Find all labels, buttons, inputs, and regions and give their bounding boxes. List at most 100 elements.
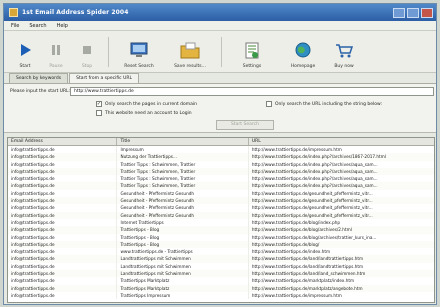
pause-button[interactable]: Pause <box>41 41 71 69</box>
url-cell: http://www.trattiertipps.de/gesundheit_p… <box>251 205 373 211</box>
email-cell: info@trattiertipps.de <box>8 284 118 292</box>
url-cell: http://www.trattiertipps.de/blog/index.p… <box>251 219 341 225</box>
settings-button[interactable]: Settings <box>227 41 277 69</box>
toolbar-separator <box>221 37 222 67</box>
email-cell: info@trattiertipps.de <box>8 248 118 256</box>
email-cell: info@trattiertipps.de <box>8 211 118 219</box>
url-cell: http://www.trattiertipps.de/land/landtra… <box>251 256 364 262</box>
table-row[interactable]: info@trattiertipps.de Gesundheit - Pfeffe… <box>8 189 434 198</box>
table-row[interactable]: info@trattiertipps.de Trattiertipps Impre… <box>8 291 434 300</box>
email-cell: info@trattiertipps.de <box>8 153 118 161</box>
table-row[interactable]: info@trattiertipps.de Landtrattiertipps m… <box>8 262 434 271</box>
email-cell: info@trattiertipps.de <box>8 146 118 154</box>
start-url-input[interactable]: http://www.trattiertipps.de <box>70 87 434 96</box>
homepage-button[interactable]: Homepage <box>278 41 328 69</box>
email-cell: info@trattiertipps.de <box>8 175 118 183</box>
title-cell: Gesundheit - Pfeffermintz Gesundh <box>117 204 249 212</box>
table-row[interactable]: info@trattiertipps.de Gesundheit - Pfeffe… <box>8 204 434 212</box>
table-row[interactable]: info@trattiertipps.de Impressum http://www… <box>8 146 434 154</box>
url-cell: http://www.trattiertipps.de/blog/ <box>251 241 320 247</box>
menu-search[interactable]: Search <box>29 23 46 29</box>
current-domain-label: Only search the pages in current domain <box>105 101 197 107</box>
title-cell: Nutzung der Trattiertipps... <box>117 153 249 161</box>
settings-icon <box>242 41 262 59</box>
stop-button[interactable]: Stop <box>72 41 102 69</box>
folder-icon <box>180 41 200 59</box>
tab-start-from-url[interactable]: Start from a specific URL <box>69 73 139 83</box>
title-cell: Trattiertipps Marktplatz <box>117 284 249 292</box>
pause-icon <box>46 41 66 59</box>
url-string-option[interactable]: Only search the URL including the string… <box>266 101 382 107</box>
url-cell: http://www.trattiertipps.de/index.htm <box>251 249 331 255</box>
table-row[interactable]: info@trattiertipps.de Internet Trattierti… <box>8 218 434 227</box>
url-cell: http://www.trattiertipps.de/index.php?/a… <box>251 176 378 182</box>
url-cell: http://www.trattiertipps.de/gesundheit_p… <box>251 190 373 196</box>
column-header-title[interactable]: Title <box>117 138 249 145</box>
table-row[interactable]: info@trattiertipps.de Trattiertipps Markt… <box>8 277 434 285</box>
url-cell: http://www.trattiertipps.de/land/landtra… <box>251 263 364 269</box>
table-row[interactable]: info@trattiertipps.de Trattier Tipps : Sc… <box>8 160 434 168</box>
url-cell: http://www.trattiertipps.de/index.php?/a… <box>251 183 378 189</box>
email-cell: info@trattiertipps.de <box>8 167 118 176</box>
title-cell: Trattiertipps Impressum <box>117 291 249 300</box>
minimize-icon[interactable] <box>393 7 405 18</box>
title-cell: Gesundheit - Pfeffermintz Gesundh <box>117 189 249 198</box>
tab-search-by-keywords[interactable]: Search by keywords <box>9 73 69 83</box>
login-label: This website need an account to Login <box>105 110 192 116</box>
title-cell: Trattiertipps - Blog <box>117 226 249 234</box>
table-row[interactable]: info@trattiertipps.de Gesundheit - Pfeffe… <box>8 211 434 219</box>
reset-search-button[interactable]: Reset Search <box>114 41 164 69</box>
title-bar[interactable]: 1st Email Address Spider 2004 <box>4 4 436 21</box>
column-header-email[interactable]: Email Address <box>8 138 118 145</box>
close-icon[interactable] <box>421 7 433 18</box>
menu-file[interactable]: File <box>11 23 19 29</box>
table-body: info@trattiertipps.de Impressum http://www… <box>8 146 434 300</box>
login-option[interactable]: This website need an account to Login <box>96 110 192 116</box>
title-cell: Trattiertipps - Blog <box>117 233 249 241</box>
table-row[interactable]: info@trattiertipps.de Landtrattiertipps m… <box>8 270 434 278</box>
menu-bar: File Search Help <box>4 21 436 31</box>
title-cell: Trattier Tipps : Schwimmen, Trattier <box>117 182 249 190</box>
start-button[interactable]: Start <box>10 41 40 69</box>
results-table: Email Address Title URL info@trattiertip… <box>7 137 435 303</box>
title-cell: www.trattiertipps.de - Trattiertipps <box>117 248 249 256</box>
buy-now-button[interactable]: Buy now <box>329 41 359 69</box>
table-row[interactable]: info@trattiertipps.de Trattiertipps - Blo… <box>8 226 434 234</box>
search-mode-tabs: Search by keywords Start from a specific… <box>4 73 436 84</box>
url-cell: http://www.trattiertipps.de/index.php?/a… <box>251 154 386 160</box>
table-row[interactable]: info@trattiertipps.de Trattier Tipps : Sc… <box>8 167 434 176</box>
table-row[interactable]: info@trattiertipps.de Trattier Tipps : Sc… <box>8 175 434 183</box>
title-cell: Gesundheit - Pfeffermintz Gesundh <box>117 211 249 219</box>
email-cell: info@trattiertipps.de <box>8 226 118 234</box>
table-row[interactable]: info@trattiertipps.de Gesundheit - Pfeffe… <box>8 197 434 205</box>
table-row[interactable]: info@trattiertipps.de Trattiertipps - Blo… <box>8 240 434 249</box>
email-cell: info@trattiertipps.de <box>8 255 118 263</box>
url-string-checkbox[interactable] <box>266 101 272 107</box>
current-domain-checkbox[interactable]: ✓ <box>96 101 102 107</box>
title-cell: Gesundheit - Pfeffermintz Gesundh <box>117 197 249 205</box>
table-row[interactable]: info@trattiertipps.de Nutzung der Trattie… <box>8 153 434 161</box>
table-row[interactable]: info@trattiertipps.de Trattier Tipps : Sc… <box>8 182 434 190</box>
title-cell: Landtrattiertipps mit Schwimmen <box>117 270 249 278</box>
email-cell: info@trattiertipps.de <box>8 277 118 285</box>
url-string-label: Only search the URL including the string… <box>275 101 382 107</box>
login-checkbox[interactable] <box>96 110 102 116</box>
email-cell: info@trattiertipps.de <box>8 270 118 278</box>
window-controls <box>393 7 436 18</box>
email-cell: info@trattiertipps.de <box>8 218 118 227</box>
current-domain-option[interactable]: ✓ Only search the pages in current domai… <box>96 101 197 107</box>
table-row[interactable]: info@trattiertipps.de www.trattiertipps.d… <box>8 248 434 256</box>
table-row[interactable]: info@trattiertipps.de Trattiertipps Markt… <box>8 284 434 292</box>
save-results-button[interactable]: Save results... <box>165 41 215 69</box>
column-header-url[interactable]: URL <box>249 138 434 145</box>
title-cell: Landtrattiertipps mit Schwimmen <box>117 262 249 271</box>
maximize-icon[interactable] <box>407 7 419 18</box>
start-search-button[interactable]: Start Search <box>216 120 274 130</box>
table-row[interactable]: info@trattiertipps.de Trattiertipps - Blo… <box>8 233 434 241</box>
table-row[interactable]: info@trattiertipps.de Landtrattiertipps m… <box>8 255 434 263</box>
email-cell: info@trattiertipps.de <box>8 204 118 212</box>
menu-help[interactable]: Help <box>57 23 68 29</box>
app-window: 1st Email Address Spider 2004 File Searc… <box>3 3 437 305</box>
table-header: Email Address Title URL <box>8 138 434 146</box>
email-cell: info@trattiertipps.de <box>8 197 118 205</box>
